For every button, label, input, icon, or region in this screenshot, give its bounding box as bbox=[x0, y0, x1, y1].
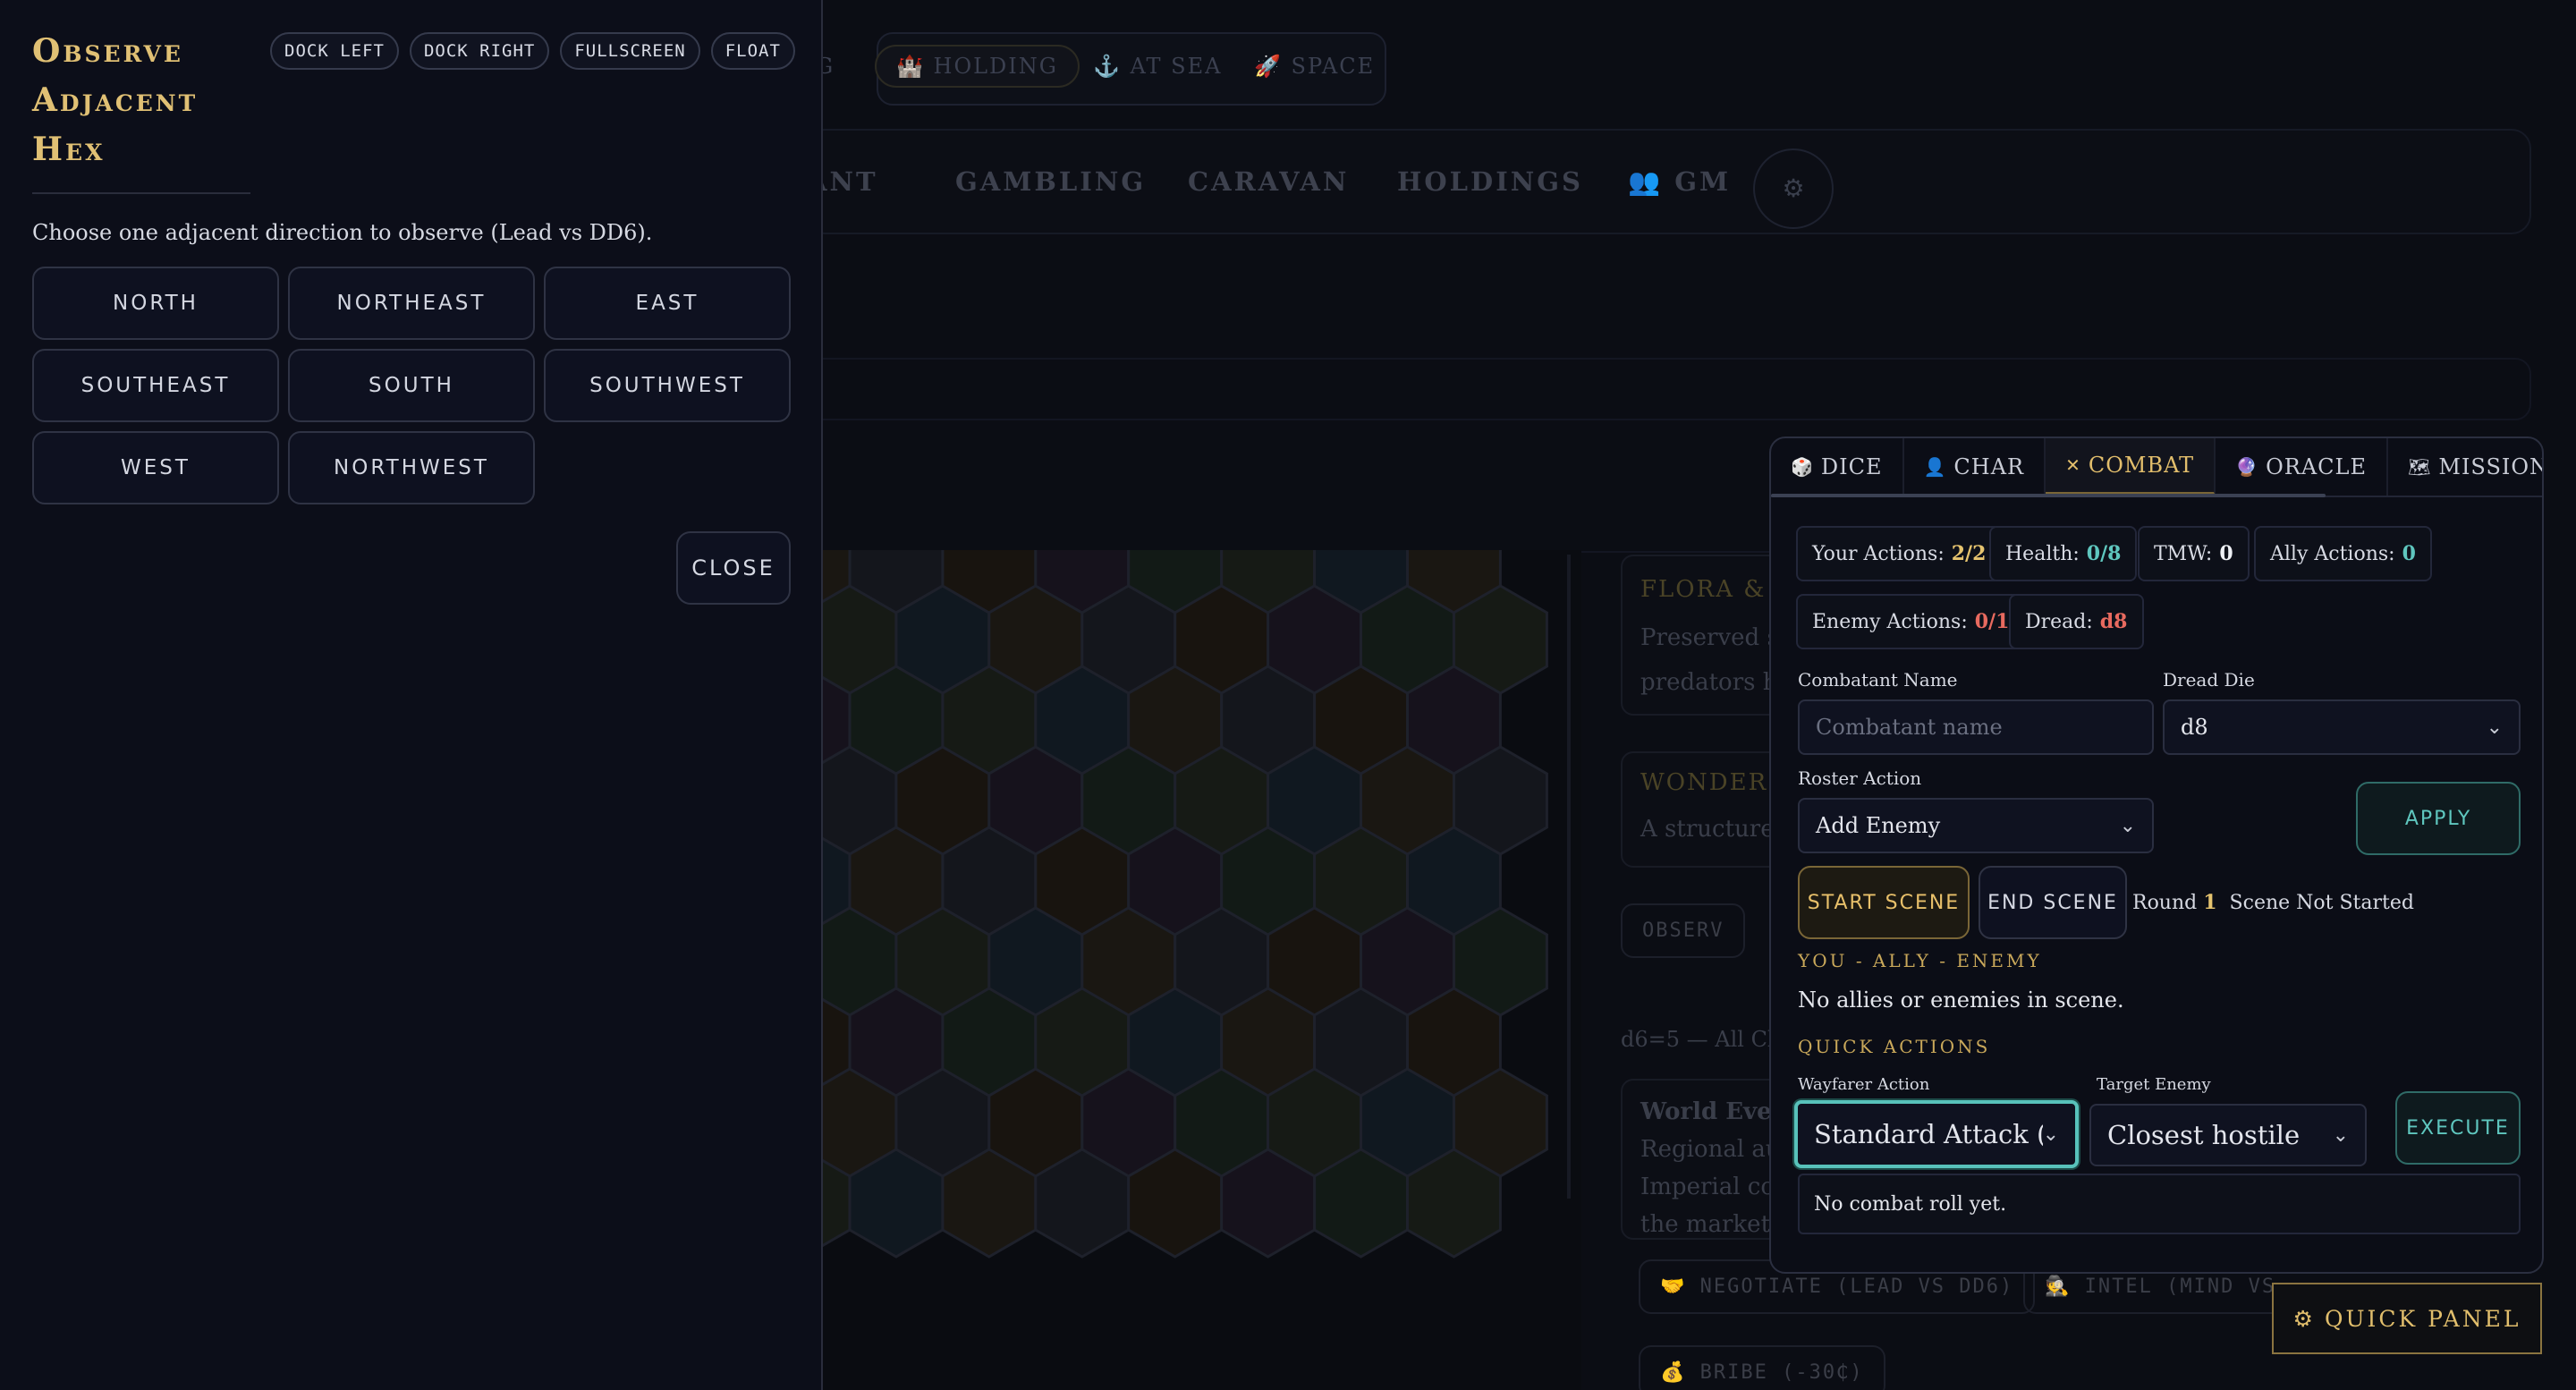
world-event-text: the market. bbox=[1640, 1211, 1778, 1238]
dread-die-label: Dread Die bbox=[2163, 669, 2255, 691]
chevron-down-icon: ⌄ bbox=[2042, 1123, 2059, 1146]
enemy-actions-stat: Enemy Actions: 0/1 bbox=[1796, 594, 2026, 649]
bribe-button[interactable]: 💰 BRIBE (-30₵) bbox=[1639, 1345, 1885, 1390]
mode-tab-space[interactable]: 🚀 SPACE bbox=[1254, 54, 1375, 79]
direction-east-button[interactable]: EAST bbox=[544, 267, 791, 340]
direction-south-button[interactable]: SOUTH bbox=[288, 349, 535, 422]
target-enemy-label: Target Enemy bbox=[2097, 1075, 2211, 1094]
tab-label: COMBAT bbox=[2088, 453, 2195, 478]
panel-tab-bar: 🎲DICE 👤CHAR ✕COMBAT 🔮ORACLE 🗺MISSIONS ⛏C… bbox=[1771, 438, 2542, 497]
combatant-name-label: Combatant Name bbox=[1798, 669, 1958, 691]
float-button[interactable]: FLOAT bbox=[710, 32, 795, 70]
combat-result-box: No combat roll yet. bbox=[1798, 1174, 2521, 1234]
title-divider bbox=[32, 192, 250, 194]
quick-actions-heading: QUICK ACTIONS bbox=[1798, 1036, 1991, 1057]
ally-actions-stat: Ally Actions: 0 bbox=[2254, 526, 2432, 581]
modal-description: Choose one adjacent direction to observe… bbox=[32, 220, 653, 245]
tab-missions[interactable]: 🗺 MISSIONS bbox=[2388, 438, 2542, 496]
close-button[interactable]: CLOSE bbox=[676, 531, 791, 605]
roster-empty-text: No allies or enemies in scene. bbox=[1798, 987, 2124, 1013]
mode-tab-holding[interactable]: 🏰 HOLDING bbox=[875, 45, 1080, 88]
nav-item-holdings[interactable]: HOLDINGS bbox=[1397, 166, 1583, 197]
chevron-down-icon: ⌄ bbox=[2486, 716, 2503, 739]
roster-heading: YOU - ALLY - ENEMY bbox=[1798, 950, 2042, 971]
tab-combat[interactable]: ✕ COMBAT bbox=[2046, 438, 2216, 496]
gear-icon: ⚙ bbox=[2292, 1305, 2316, 1332]
observe-hex-modal: Observe Adjacent Hex DOCK LEFT DOCK RIGH… bbox=[0, 0, 823, 1390]
dock-right-button[interactable]: DOCK RIGHT bbox=[409, 32, 550, 70]
settings-gear-icon[interactable]: ⚙ bbox=[1753, 148, 1834, 229]
combatant-name-input[interactable]: Combatant name bbox=[1798, 699, 2154, 755]
observe-button[interactable]: OBSERV bbox=[1621, 903, 1746, 958]
wonder-card-text: A structure bbox=[1640, 816, 1775, 843]
map-icon: 🗺 bbox=[2407, 456, 2432, 478]
direction-west-button[interactable]: WEST bbox=[32, 431, 279, 504]
wayfarer-action-label: Wayfarer Action bbox=[1798, 1075, 1930, 1094]
dock-controls: DOCK LEFT DOCK RIGHT FULLSCREEN FLOAT bbox=[270, 32, 795, 70]
quick-panel-label: QUICK PANEL bbox=[2324, 1305, 2521, 1332]
tmw-stat: TMW: 0 bbox=[2138, 526, 2250, 581]
direction-southeast-button[interactable]: SOUTHEAST bbox=[32, 349, 279, 422]
health-stat: Health: 0/8 bbox=[1989, 526, 2138, 581]
mode-switcher: G 🏰 HOLDING ⚓ AT SEA 🚀 SPACE bbox=[816, 32, 1386, 106]
fullscreen-button[interactable]: FULLSCREEN bbox=[560, 32, 700, 70]
crossed-swords-icon: ✕ bbox=[2065, 454, 2081, 476]
chevron-down-icon: ⌄ bbox=[2332, 1123, 2349, 1147]
direction-north-button[interactable]: NORTH bbox=[32, 267, 279, 340]
flora-card-title: FLORA & bbox=[1640, 576, 1767, 603]
crystal-ball-icon: 🔮 bbox=[2235, 456, 2259, 478]
dock-left-button[interactable]: DOCK LEFT bbox=[270, 32, 399, 70]
start-scene-button[interactable]: START SCENE bbox=[1798, 866, 1970, 939]
flora-card-text: predators h bbox=[1640, 669, 1778, 696]
combat-panel: 🎲DICE 👤CHAR ✕COMBAT 🔮ORACLE 🗺MISSIONS ⛏C… bbox=[1769, 436, 2544, 1274]
flora-card-text: Preserved s bbox=[1640, 624, 1779, 651]
tab-label: CHAR bbox=[1953, 454, 2025, 479]
main-nav: ANT GAMBLING CARAVAN HOLDINGS 👥 GM ⚙ bbox=[805, 129, 2531, 234]
roster-action-select[interactable]: Add Enemy ⌄ bbox=[1798, 798, 2154, 853]
tab-label: DICE bbox=[1820, 454, 1883, 479]
person-icon: 👤 bbox=[1923, 456, 1947, 478]
dread-die-select[interactable]: d8 ⌄ bbox=[2163, 699, 2521, 755]
chevron-down-icon: ⌄ bbox=[2119, 814, 2136, 837]
target-enemy-select[interactable]: Closest hostile ⌄ bbox=[2089, 1104, 2367, 1166]
wayfarer-action-select[interactable]: Standard Attack (Strik⌄ bbox=[1794, 1100, 2079, 1168]
background-strip bbox=[805, 358, 2531, 420]
direction-northeast-button[interactable]: NORTHEAST bbox=[288, 267, 535, 340]
nav-item-gm[interactable]: 👥 GM bbox=[1628, 166, 1731, 198]
round-status: Round 1 Scene Not Started bbox=[2132, 891, 2414, 914]
nav-item-caravan[interactable]: CARAVAN bbox=[1188, 166, 1349, 197]
your-actions-stat: Your Actions: 2/2 bbox=[1796, 526, 2003, 581]
apply-button[interactable]: APPLY bbox=[2356, 782, 2521, 855]
tab-char[interactable]: 👤 CHAR bbox=[1904, 438, 2046, 496]
tab-dice[interactable]: 🎲 DICE bbox=[1771, 438, 1904, 496]
hex-map[interactable] bbox=[821, 550, 1581, 1390]
tab-label: MISSIONS bbox=[2438, 454, 2542, 479]
background-row bbox=[805, 447, 1878, 553]
nav-item-gambling[interactable]: GAMBLING bbox=[955, 166, 1146, 197]
direction-southwest-button[interactable]: SOUTHWEST bbox=[544, 349, 791, 422]
modal-title: Observe Adjacent Hex bbox=[32, 32, 199, 168]
roll-line: d6=5 — All Cle bbox=[1621, 1027, 1787, 1052]
wonder-card-title: WONDER bbox=[1640, 769, 1768, 796]
mode-tab-at-sea[interactable]: ⚓ AT SEA bbox=[1093, 54, 1222, 79]
direction-northwest-button[interactable]: NORTHWEST bbox=[288, 431, 535, 504]
tab-oracle[interactable]: 🔮 ORACLE bbox=[2216, 438, 2388, 496]
roster-action-label: Roster Action bbox=[1798, 767, 1922, 789]
execute-button[interactable]: EXECUTE bbox=[2395, 1091, 2521, 1165]
quick-panel-button[interactable]: ⚙ QUICK PANEL bbox=[2272, 1283, 2542, 1354]
dread-stat: Dread: d8 bbox=[2009, 594, 2144, 649]
tab-label: ORACLE bbox=[2266, 454, 2367, 479]
map-divider bbox=[1567, 555, 1571, 1199]
world-event-text: Imperial con bbox=[1640, 1174, 1790, 1200]
dice-icon: 🎲 bbox=[1791, 456, 1814, 478]
world-event-text: Regional aut bbox=[1640, 1136, 1791, 1163]
direction-grid: NORTH NORTHEAST EAST SOUTHEAST SOUTH SOU… bbox=[32, 267, 791, 504]
tab-scrollbar[interactable] bbox=[1771, 494, 2326, 497]
end-scene-button[interactable]: END SCENE bbox=[1979, 866, 2127, 939]
